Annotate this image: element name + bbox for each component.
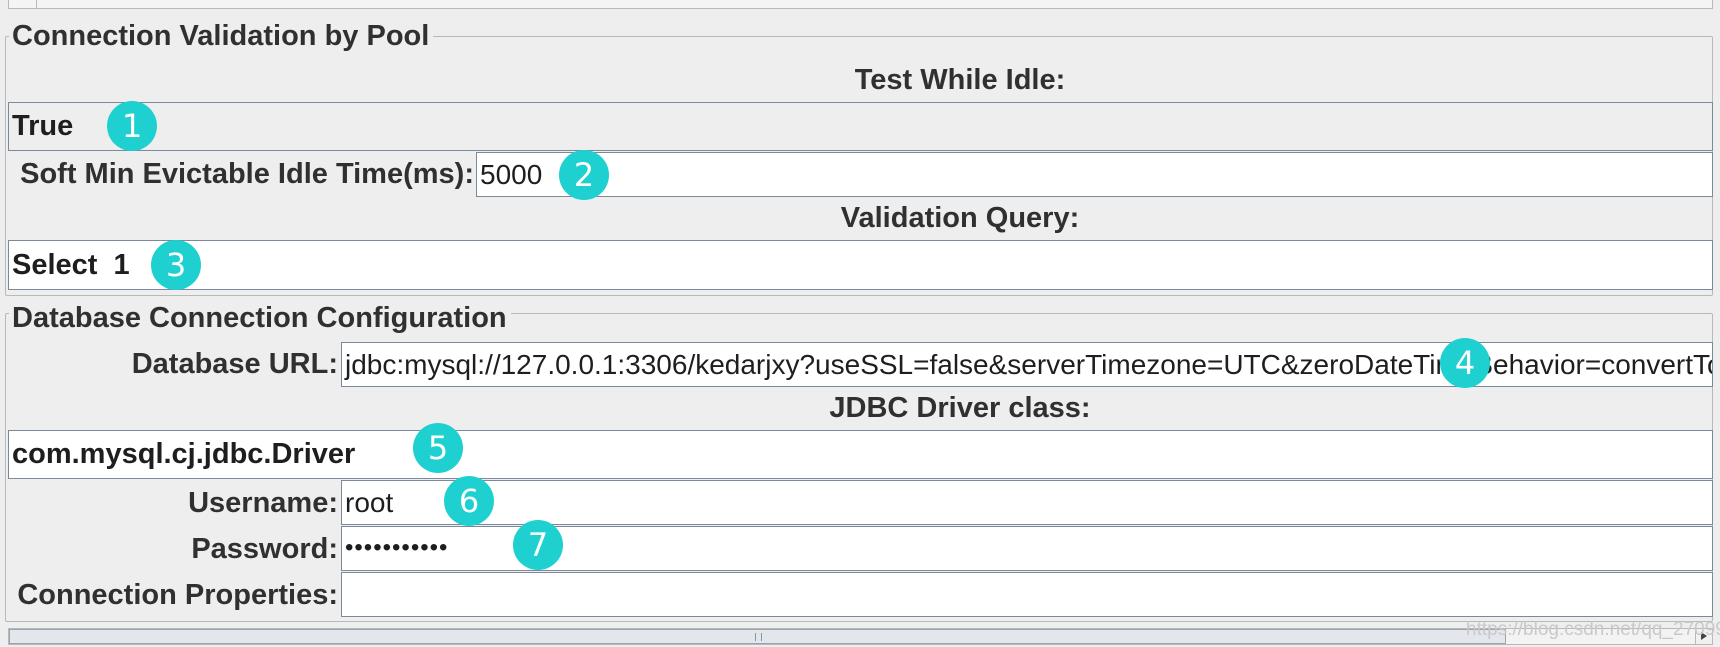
test-while-idle-value: True <box>12 110 74 142</box>
soft-min-evictable-input[interactable]: 5000 <box>476 152 1713 197</box>
database-url-input[interactable]: jdbc:mysql://127.0.0.1:3306/kedarjxy?use… <box>341 342 1713 387</box>
annotation-badge-6: 6 <box>444 476 494 526</box>
top-panel-divider <box>36 0 37 9</box>
jdbc-driver-value: com.mysql.cj.jdbc.Driver <box>12 438 356 470</box>
test-while-idle-label: Test While Idle: <box>854 64 1066 96</box>
username-label: Username: <box>188 487 338 519</box>
annotation-badge-2: 2 <box>559 150 609 200</box>
scrollbar-thumb[interactable] <box>9 629 1506 644</box>
validation-query-input[interactable]: Select 1 <box>8 240 1713 290</box>
annotation-badge-4: 4 <box>1440 338 1490 388</box>
annotation-badge-3: 3 <box>151 240 201 290</box>
annotation-badge-7: 7 <box>513 520 563 570</box>
test-while-idle-combo[interactable]: True <box>8 102 1713 151</box>
annotation-badge-1: 1 <box>107 101 157 151</box>
scrollbar-grip-icon <box>755 633 762 641</box>
connection-properties-input[interactable] <box>341 572 1713 617</box>
username-input[interactable]: root <box>341 480 1713 525</box>
annotation-badge-5: 5 <box>413 423 463 473</box>
jdbc-driver-input[interactable]: com.mysql.cj.jdbc.Driver <box>8 430 1713 479</box>
validation-query-label: Validation Query: <box>840 202 1080 234</box>
db-config-legend: Database Connection Configuration <box>9 301 511 335</box>
jdbc-driver-label: JDBC Driver class: <box>829 392 1091 424</box>
soft-min-evictable-label: Soft Min Evictable Idle Time(ms): <box>20 158 474 190</box>
validation-query-value: Select 1 <box>12 249 130 281</box>
watermark-text: https://blog.csdn.net/qq_27099 <box>1466 619 1720 640</box>
password-label: Password: <box>191 533 338 565</box>
database-url-label: Database URL: <box>131 348 338 380</box>
top-panel-remnant <box>8 0 1713 9</box>
connection-validation-legend: Connection Validation by Pool <box>9 19 434 53</box>
connection-properties-label: Connection Properties: <box>17 579 338 611</box>
